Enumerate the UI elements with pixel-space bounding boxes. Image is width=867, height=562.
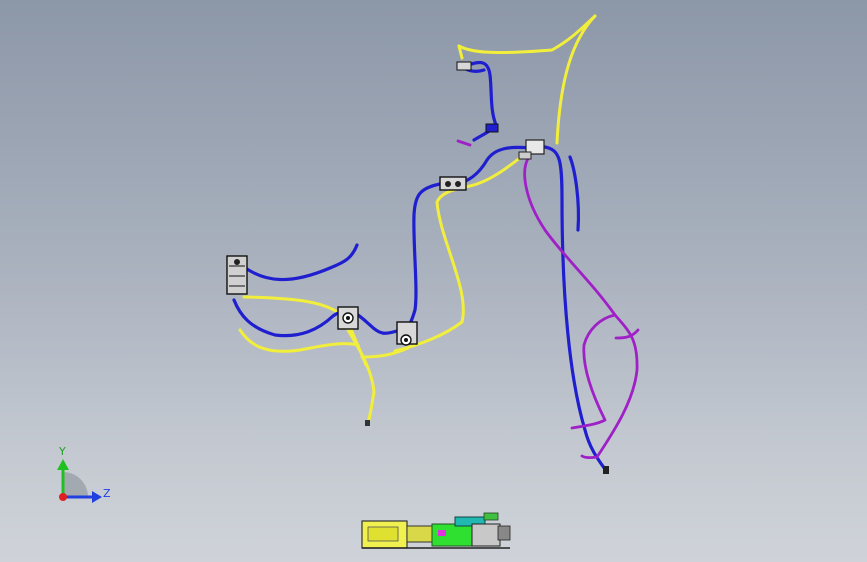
connector-center-left[interactable]: [337, 306, 359, 330]
blue-wire-harness[interactable]: [232, 60, 609, 474]
yellow-wire-harness[interactable]: [238, 14, 597, 426]
connector-top-right[interactable]: [518, 139, 545, 160]
purple-wire-harness[interactable]: [456, 139, 640, 460]
triad-quadrant: [63, 472, 88, 497]
connector-left[interactable]: [226, 255, 248, 295]
coordinate-triad: Y Z: [57, 445, 111, 503]
z-axis-label: Z: [103, 487, 111, 500]
triad-origin: [59, 493, 67, 501]
cad-viewport[interactable]: Y Z: [0, 0, 867, 562]
y-axis-arrow-icon: [57, 459, 69, 470]
connector-mid[interactable]: [439, 176, 467, 191]
z-axis-arrow-icon: [92, 491, 102, 503]
y-axis-label: Y: [58, 445, 66, 458]
connector-center-right[interactable]: [396, 321, 418, 346]
connector-group[interactable]: [226, 61, 609, 474]
assembly-preview-icon[interactable]: [361, 512, 511, 549]
